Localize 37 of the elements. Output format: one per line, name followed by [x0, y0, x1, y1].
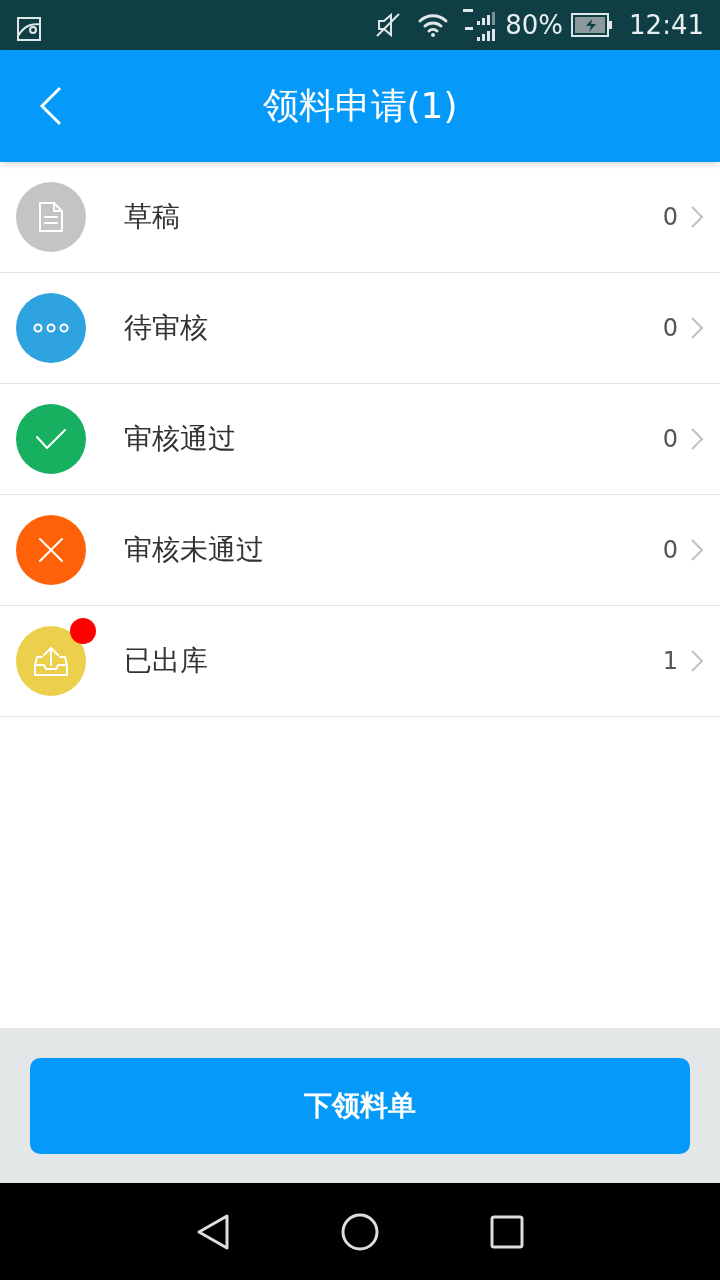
status-list-item[interactable]: 审核未通过 0 [0, 495, 720, 606]
header-title: 领料申请(1) [262, 84, 458, 128]
chevron-right-icon [690, 205, 704, 229]
chevron-right-icon [690, 316, 704, 340]
home-circle-icon[interactable] [341, 1212, 379, 1251]
recent-apps-icon[interactable] [490, 1214, 525, 1249]
status-label: 审核未通过 [124, 532, 264, 568]
mute-icon [375, 12, 402, 38]
document-icon [38, 201, 64, 233]
status-label: 待审核 [124, 310, 208, 346]
status-label: 已出库 [124, 643, 208, 679]
more-icon [33, 323, 69, 333]
status-count: 0 [662, 202, 678, 233]
status-list-item[interactable]: 草稿 0 [0, 162, 720, 273]
check-icon [35, 428, 67, 450]
status-count: 0 [662, 424, 678, 455]
status-list-item[interactable]: 已出库 1 [0, 606, 720, 717]
tray-upload-icon [33, 645, 69, 677]
battery-charging-icon [571, 13, 614, 37]
wifi-icon [417, 13, 450, 37]
status-count: 0 [662, 313, 678, 344]
image-icon [16, 16, 42, 42]
status-count: 0 [662, 535, 678, 566]
back-icon [38, 86, 62, 126]
status-list-item[interactable]: 待审核 0 [0, 273, 720, 384]
close-icon [38, 537, 64, 563]
status-label: 审核通过 [124, 421, 236, 457]
chevron-right-icon [690, 427, 704, 451]
chevron-right-icon [690, 538, 704, 562]
signal-icon [461, 7, 498, 43]
status-list-item[interactable]: 审核通过 0 [0, 384, 720, 495]
chevron-right-icon [690, 649, 704, 673]
clock-time: 12:41 [629, 8, 704, 42]
status-label: 草稿 [124, 199, 180, 235]
battery-percent: 80% [505, 8, 564, 42]
back-triangle-icon[interactable] [195, 1213, 230, 1250]
status-count: 1 [662, 646, 678, 677]
